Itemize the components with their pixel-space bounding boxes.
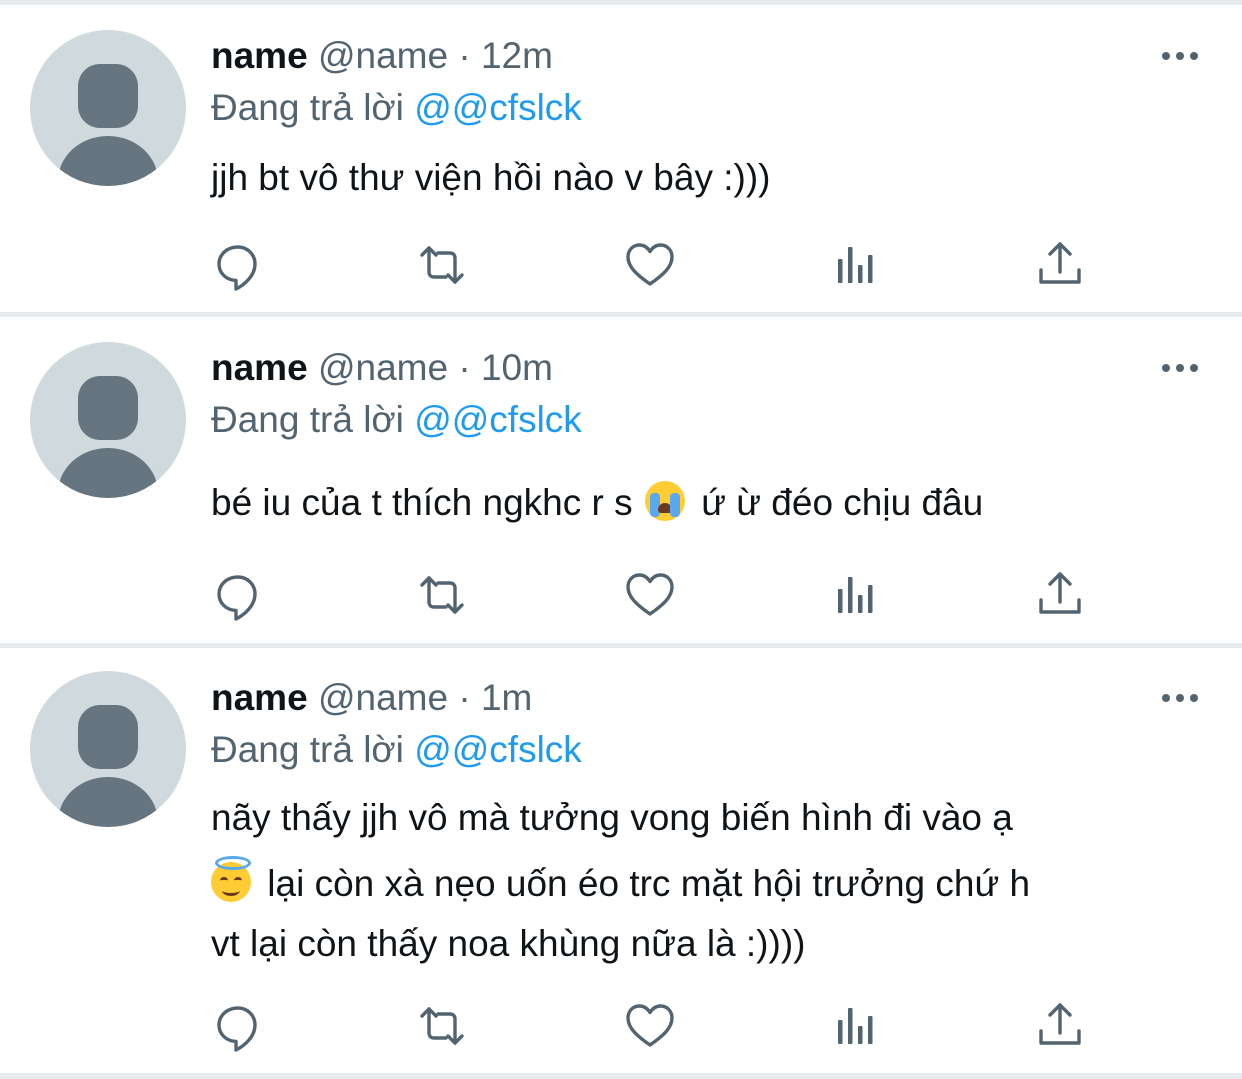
- user-handle[interactable]: @name: [318, 677, 448, 718]
- reply-handle-link[interactable]: @@cfslck: [414, 729, 582, 770]
- analytics-icon[interactable]: [828, 998, 884, 1054]
- tweet-text-line: lại còn xà nẹo uốn éo trc mặt hội trưởng…: [211, 854, 1211, 914]
- display-name[interactable]: name: [211, 677, 308, 718]
- user-handle[interactable]: @name: [318, 347, 448, 388]
- timestamp[interactable]: · 1m: [458, 677, 532, 718]
- user-handle[interactable]: @name: [318, 35, 448, 76]
- replying-to-label: Đang trả lời: [211, 87, 404, 128]
- share-icon[interactable]: [1032, 567, 1088, 623]
- replying-to-label: Đang trả lời: [211, 399, 404, 440]
- share-icon[interactable]: [1032, 237, 1088, 293]
- tweet-text: jjh bt vô thư viện hồi nào v bây :))): [211, 148, 1211, 208]
- replying-to-label: Đang trả lời: [211, 729, 404, 770]
- avatar-head: [78, 705, 138, 769]
- tweet-text-line: nãy thấy jjh vô mà tưởng vong biến hình …: [211, 797, 1013, 838]
- retweet-icon[interactable]: [414, 998, 470, 1054]
- reply-icon[interactable]: [210, 567, 266, 623]
- avatar[interactable]: [30, 30, 186, 186]
- display-name[interactable]: name: [211, 35, 308, 76]
- analytics-icon[interactable]: [828, 237, 884, 293]
- tweet-header: name @name · 10m: [211, 346, 553, 390]
- tweet-text: bé iu của t thích ngkhc r s ứ ừ đéo chịu…: [211, 473, 1211, 533]
- reply-icon[interactable]: [210, 998, 266, 1054]
- replying-to: Đang trả lời @@cfslck: [211, 86, 582, 130]
- replying-to: Đang trả lời @@cfslck: [211, 398, 582, 442]
- timestamp[interactable]: · 10m: [458, 347, 553, 388]
- tweet-text-part: lại còn xà nẹo uốn éo trc mặt hội trưởng…: [267, 863, 1031, 904]
- reply-handle-link[interactable]: @@cfslck: [414, 399, 582, 440]
- avatar-body: [58, 136, 158, 186]
- avatar-body: [58, 777, 158, 827]
- tweet-text: nãy thấy jjh vô mà tưởng vong biến hình …: [211, 788, 1211, 974]
- tweet-text-line: jjh bt vô thư viện hồi nào v bây :))): [211, 157, 771, 198]
- bottom-divider: [0, 1073, 1242, 1079]
- like-icon[interactable]: [622, 567, 678, 623]
- avatar[interactable]: [30, 342, 186, 498]
- tweet-text-part: bé iu của t thích ngkhc r s: [211, 482, 633, 523]
- reply-icon[interactable]: [210, 237, 266, 293]
- display-name[interactable]: name: [211, 347, 308, 388]
- loudly-crying-face-emoji: [644, 481, 685, 521]
- analytics-icon[interactable]: [828, 567, 884, 623]
- retweet-icon[interactable]: [414, 567, 470, 623]
- more-options-icon[interactable]: [1158, 44, 1202, 68]
- avatar[interactable]: [30, 671, 186, 827]
- like-icon[interactable]: [622, 998, 678, 1054]
- smiling-face-with-halo-emoji: [211, 856, 251, 902]
- avatar-head: [78, 376, 138, 440]
- timestamp[interactable]: · 12m: [458, 35, 553, 76]
- avatar-head: [78, 64, 138, 128]
- tweet-header: name @name · 1m: [211, 676, 532, 720]
- more-options-icon[interactable]: [1158, 356, 1202, 380]
- like-icon[interactable]: [622, 237, 678, 293]
- avatar-body: [58, 448, 158, 498]
- tweet-header: name @name · 12m: [211, 34, 553, 78]
- share-icon[interactable]: [1032, 998, 1088, 1054]
- tweet-text-line: vt lại còn thấy noa khùng nữa là :)))): [211, 923, 806, 964]
- tweet-text-part: ứ ừ đéo chịu đâu: [701, 482, 984, 523]
- retweet-icon[interactable]: [414, 237, 470, 293]
- more-options-icon[interactable]: [1158, 686, 1202, 710]
- reply-handle-link[interactable]: @@cfslck: [414, 87, 582, 128]
- replying-to: Đang trả lời @@cfslck: [211, 728, 582, 772]
